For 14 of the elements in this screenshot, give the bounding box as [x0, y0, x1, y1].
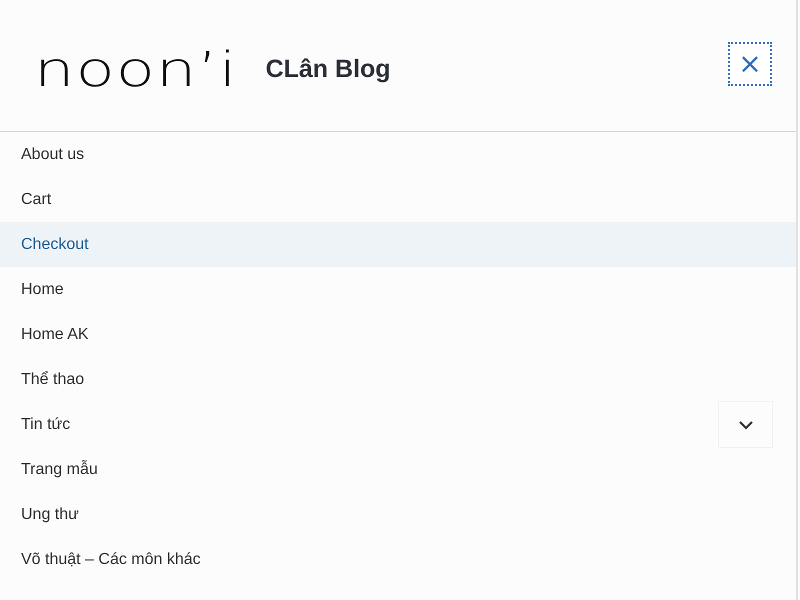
close-button[interactable]: ×: [728, 42, 772, 86]
menu-item[interactable]: Thể thao: [0, 357, 796, 402]
menu-item[interactable]: Home: [0, 267, 796, 312]
chevron-down-icon[interactable]: [718, 401, 773, 448]
menu-item[interactable]: Checkout: [0, 222, 796, 267]
menu-item[interactable]: Home AK: [0, 312, 796, 357]
menu-item[interactable]: Tin tức: [0, 402, 796, 447]
menu-item[interactable]: Trang mẫu: [0, 447, 796, 492]
logo[interactable]: noon’i: [34, 46, 238, 94]
menu-item[interactable]: Ung thư: [0, 492, 796, 537]
menu-item[interactable]: Cart: [0, 177, 796, 222]
menu-item[interactable]: About us: [0, 132, 796, 177]
menu-item[interactable]: Võ thuật – Các môn khác: [0, 537, 796, 582]
site-title[interactable]: CLân Blog: [266, 55, 391, 84]
